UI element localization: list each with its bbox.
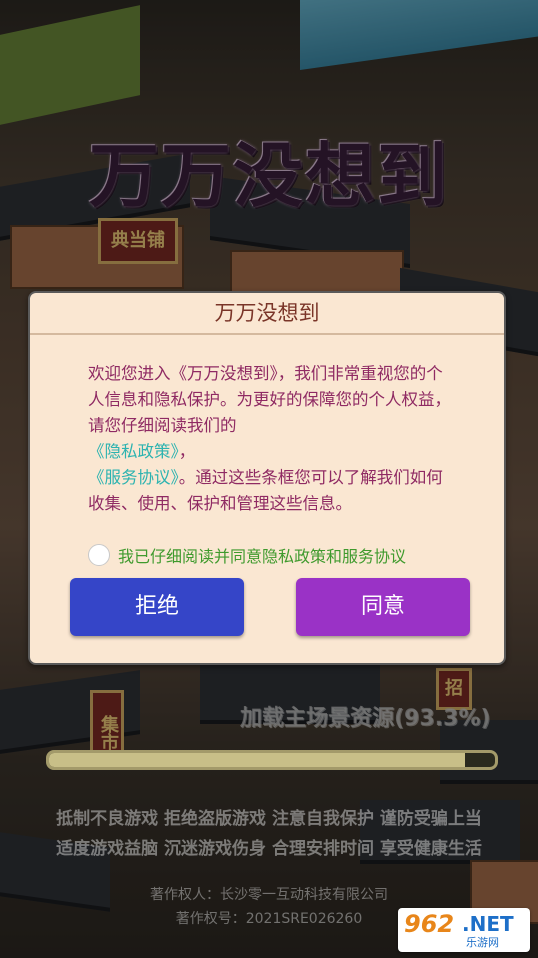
health-notice-line-1: 抵制不良游戏 拒绝盗版游戏 注意自我保护 谨防受骗上当 xyxy=(56,809,482,829)
reject-button[interactable]: 拒绝 xyxy=(70,578,244,636)
dialog-title: 万万没想到 xyxy=(30,293,504,335)
watermark-cn: 乐游网 xyxy=(466,936,499,949)
dialog-message-intro: 欢迎您进入《万万没想到》，我们非常重视您的个人信息和隐私保护。为更好的保障您的个… xyxy=(88,364,451,435)
loading-status: 加载主场景资源(93.3%) xyxy=(240,706,491,731)
dialog-message: 欢迎您进入《万万没想到》，我们非常重视您的个人信息和隐私保护。为更好的保障您的个… xyxy=(30,335,504,517)
watermark-number: 962 xyxy=(404,910,455,938)
loading-progress-bar xyxy=(46,750,498,770)
agree-label[interactable]: 我已仔细阅读并同意隐私政策和服务协议 xyxy=(118,543,406,567)
watermark-net: .NET xyxy=(462,912,514,936)
health-notice-line-2: 适度游戏益脑 沉迷游戏伤身 合理安排时间 享受健康生活 xyxy=(56,839,482,859)
accept-button[interactable]: 同意 xyxy=(296,578,470,636)
link-separator: ， xyxy=(178,442,196,461)
privacy-dialog: 万万没想到 欢迎您进入《万万没想到》，我们非常重视您的个人信息和隐私保护。为更好… xyxy=(28,291,506,665)
service-agreement-link[interactable]: 《服务协议》 xyxy=(88,468,179,487)
loading-progress-fill xyxy=(49,753,466,767)
copyright-owner: 著作权人：长沙零一互动科技有限公司 xyxy=(150,887,388,903)
privacy-policy-link[interactable]: 《隐私政策》 xyxy=(88,442,179,461)
agree-checkbox-row[interactable]: 我已仔细阅读并同意隐私政策和服务协议 xyxy=(88,543,406,567)
site-watermark-logo: 962 .NET 乐游网 xyxy=(398,908,530,952)
agree-radio[interactable] xyxy=(88,544,110,566)
